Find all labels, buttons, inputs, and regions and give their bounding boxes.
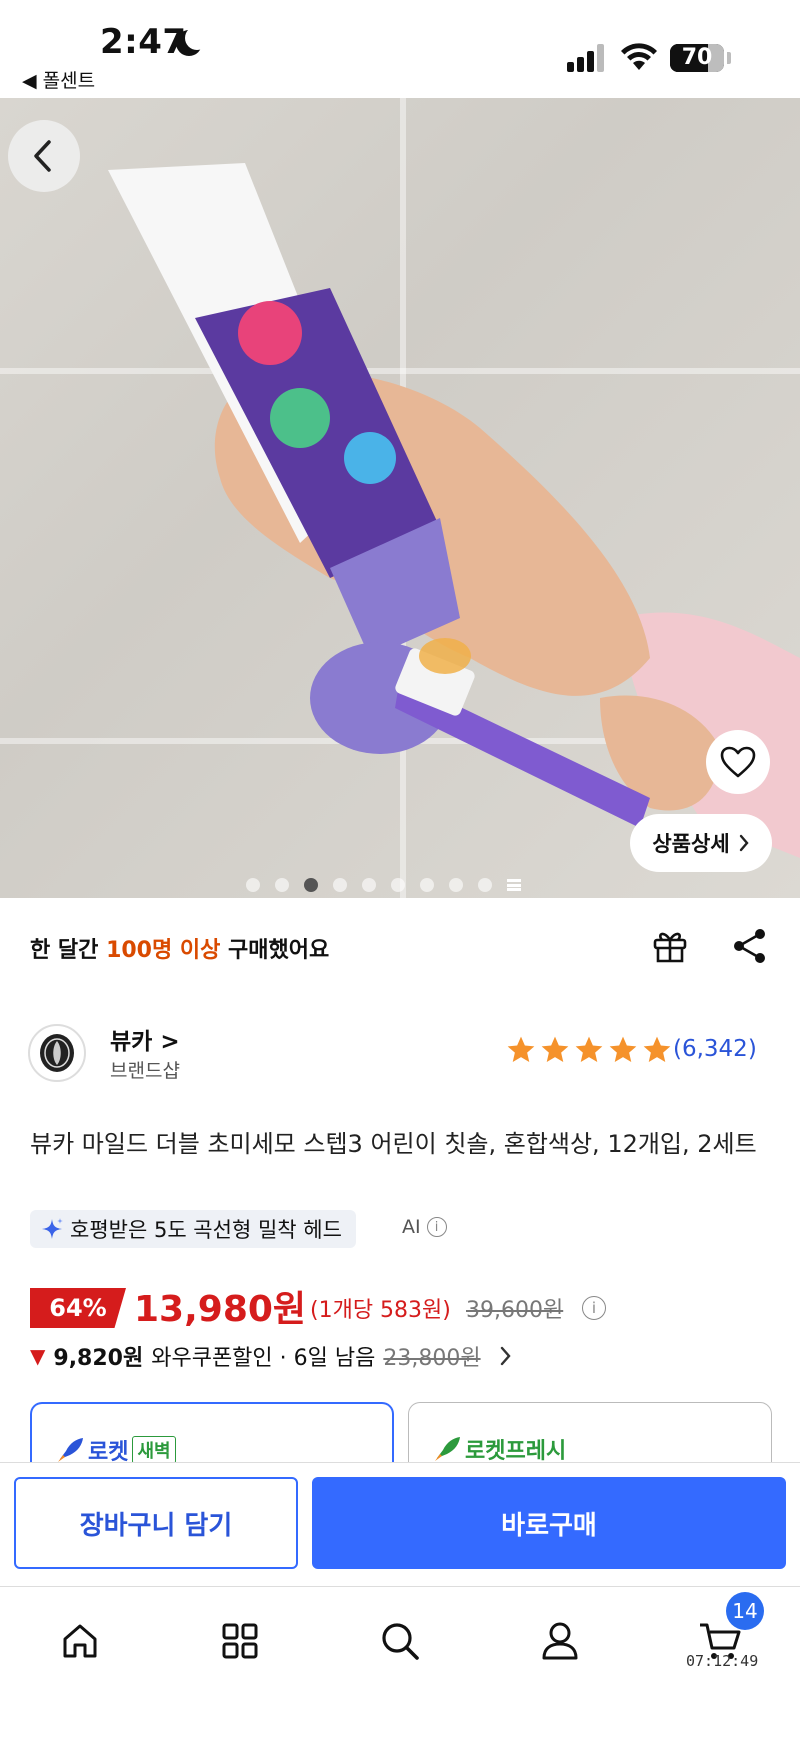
search-icon <box>382 1623 419 1660</box>
moon-icon <box>176 26 209 56</box>
add-to-cart-button[interactable]: 장바구니 담기 <box>14 1477 298 1569</box>
ai-summary-text: 호평받은 5도 곡선형 밀착 헤드 <box>70 1218 342 1242</box>
clock-readout: 07:12:49 <box>686 1652 759 1670</box>
carousel-dot-active[interactable] <box>304 878 318 892</box>
arrow-down-icon: ▼ <box>30 1344 46 1368</box>
star-icon <box>507 1036 535 1062</box>
carousel-dot[interactable] <box>420 878 434 892</box>
carousel-grid-icon[interactable] <box>507 879 521 891</box>
carousel-dot[interactable] <box>275 878 289 892</box>
sale-price: 13,980원 <box>134 1289 307 1330</box>
product-title: 뷰카 마일드 더블 초미세모 스텝3 어린이 칫솔, 혼합색상, 12개입, 2… <box>30 1130 757 1158</box>
ai-label: AI <box>402 1216 421 1238</box>
brand-logo[interactable] <box>28 1024 86 1082</box>
sparkle-icon <box>42 1218 63 1239</box>
bottom-tab-bar <box>0 1586 800 1738</box>
carousel-dot[interactable] <box>478 878 492 892</box>
wifi-icon <box>621 43 657 70</box>
brand-emblem-icon <box>40 1034 74 1072</box>
share-icon[interactable] <box>730 926 770 966</box>
coupon-row[interactable]: ▼ 9,820원 와우쿠폰할인 · 6일 남음 23,800원 <box>30 1340 513 1372</box>
tab-search[interactable] <box>370 1611 430 1671</box>
heart-icon <box>720 746 756 778</box>
star-icon <box>575 1036 603 1062</box>
home-icon <box>63 1624 97 1658</box>
original-price: 39,600원 <box>466 1298 564 1323</box>
gift-icon[interactable] <box>650 926 690 966</box>
coupon-original-price: 23,800원 <box>383 1346 481 1371</box>
purchase-action-bar: 장바구니 담기 바로구매 <box>0 1462 800 1586</box>
carousel-dot[interactable] <box>449 878 463 892</box>
carousel-indicator[interactable] <box>246 877 521 893</box>
coupon-price: 9,820원 <box>53 1346 144 1371</box>
grid-icon <box>222 1623 258 1659</box>
battery-level: 70 <box>681 45 713 70</box>
star-icon <box>541 1036 569 1062</box>
ai-summary-chip[interactable]: 호평받은 5도 곡선형 밀착 헤드 <box>30 1210 356 1248</box>
star-icon <box>609 1036 637 1062</box>
purchase-prefix: 한 달간 <box>30 938 99 963</box>
carousel-dot[interactable] <box>246 878 260 892</box>
battery-icon: 70 <box>670 44 724 72</box>
unit-price: (1개당 583원) <box>310 1298 451 1323</box>
tab-home[interactable] <box>50 1611 110 1671</box>
delivery-option-a-label: 로켓 <box>88 1440 129 1462</box>
carousel-dot[interactable] <box>391 878 405 892</box>
chevron-right-icon <box>739 834 749 852</box>
status-bar: 2:47 ◀ 폴센트 70 <box>0 0 800 98</box>
discount-badge: 64% <box>30 1288 126 1328</box>
product-photo <box>108 163 800 858</box>
wishlist-button[interactable] <box>706 730 770 794</box>
delivery-option-rocket-dawn[interactable]: 로켓 새벽 <box>30 1402 394 1462</box>
user-icon <box>542 1622 578 1660</box>
coupon-text: 와우쿠폰할인 · 6일 남음 <box>151 1346 376 1371</box>
carousel-dot[interactable] <box>333 878 347 892</box>
tab-my-account[interactable] <box>530 1611 590 1671</box>
buy-now-button[interactable]: 바로구매 <box>312 1477 786 1569</box>
product-detail-label: 상품상세 <box>652 832 730 856</box>
signal-icon <box>567 44 607 72</box>
carousel-dot[interactable] <box>362 878 376 892</box>
brand-shop-label: 브랜드샵 <box>110 1060 180 1082</box>
delivery-option-rocket-fresh[interactable]: 로켓프레시 <box>408 1402 772 1462</box>
status-time: 2:47 <box>100 22 187 62</box>
rocket-fresh-icon <box>435 1437 460 1461</box>
price-info-button[interactable]: i <box>582 1296 606 1320</box>
product-image-carousel[interactable]: 상품상세 <box>0 98 800 898</box>
back-button[interactable] <box>8 120 80 192</box>
cart-count-badge: 14 <box>726 1592 764 1630</box>
tab-categories[interactable] <box>210 1611 270 1671</box>
rocket-icon <box>58 1438 83 1462</box>
review-count-link[interactable]: (6,342) <box>673 1036 757 1062</box>
back-to-app-link[interactable]: ◀ 폴센트 <box>22 66 95 93</box>
dawn-tag: 새벽 <box>132 1436 176 1462</box>
ai-info[interactable]: AI i <box>402 1216 447 1238</box>
purchase-suffix: 구매했어요 <box>228 938 330 963</box>
star-icon <box>643 1036 671 1062</box>
info-icon: i <box>582 1296 606 1320</box>
purchase-count-text: 한 달간 100명 이상 구매했어요 <box>30 932 329 964</box>
delivery-option-b-label: 로켓프레시 <box>465 1439 567 1462</box>
purchase-highlight: 100명 이상 <box>106 938 221 963</box>
brand-name-link[interactable]: 뷰카 > <box>110 1022 180 1056</box>
chevron-right-icon <box>500 1346 511 1366</box>
info-icon: i <box>426 1217 447 1237</box>
rating-stars[interactable] <box>505 1034 673 1066</box>
chevron-left-icon <box>34 140 51 172</box>
product-detail-button[interactable]: 상품상세 <box>630 814 772 872</box>
